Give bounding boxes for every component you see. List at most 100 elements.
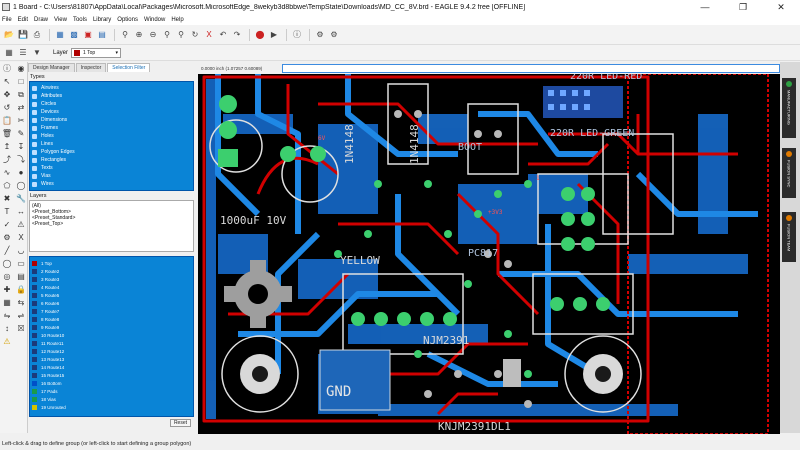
tab-design-manager[interactable]: Design Manager (28, 63, 75, 72)
layer-list-item[interactable]: 8 Route8 (32, 315, 191, 323)
layer-list-item[interactable]: 13 Route13 (32, 355, 191, 363)
hole-icon[interactable]: ◎ (4, 272, 11, 281)
dimension-icon[interactable]: ↔ (17, 207, 25, 216)
drill-icon[interactable]: ◯ (17, 181, 26, 190)
command-line-input[interactable] (282, 63, 780, 73)
cut-icon[interactable]: ✂ (18, 116, 25, 125)
list-item[interactable]: Circles (32, 100, 191, 108)
place-icon[interactable]: ▦ (3, 298, 11, 307)
polygon-icon[interactable]: ⬠ (4, 181, 11, 190)
attribute-icon[interactable]: ▤ (17, 272, 25, 281)
design-link-icon[interactable]: ⚙ (314, 29, 326, 41)
tab-selection-filter[interactable]: Selection Filter (107, 63, 151, 72)
rotate-icon[interactable]: ↺ (4, 103, 11, 112)
layer-visibility-icon[interactable]: ☰ (17, 47, 29, 59)
menu-options[interactable]: Options (117, 17, 138, 23)
split-icon[interactable]: ⤴ (3, 154, 11, 165)
layer-list-item[interactable]: 15 Route15 (32, 371, 191, 379)
save-icon[interactable]: 💾 (17, 29, 29, 41)
fusion-team-tab[interactable]: FUSION TEAM (782, 212, 796, 262)
schematic-switch-icon[interactable]: ▩ (68, 29, 80, 41)
attention-icon[interactable]: ⚠ (3, 337, 10, 346)
replace-icon[interactable]: ⇆ (18, 298, 25, 307)
layer-list-item[interactable]: 7 Route7 (32, 307, 191, 315)
stop-icon[interactable]: ⬤ (254, 29, 266, 41)
zoom-select-icon[interactable]: ⚲ (175, 29, 187, 41)
layer-list-item[interactable]: 17 Pads (32, 387, 191, 395)
measure-icon[interactable]: ↕ (5, 324, 9, 333)
drc-icon[interactable]: ✓ (4, 220, 11, 229)
list-item[interactable]: Dimensions (32, 116, 191, 124)
paste-icon[interactable]: 📋 (2, 116, 12, 125)
design-link-icon-2[interactable]: ⚙ (328, 29, 340, 41)
list-item[interactable]: <Preset_Top> (32, 221, 191, 227)
list-item[interactable]: Texts (32, 164, 191, 172)
grid-icon[interactable]: ▦ (3, 47, 15, 59)
list-item[interactable]: Polygon Edges (32, 148, 191, 156)
autorouter-icon[interactable]: ⚙ (3, 233, 10, 242)
layer-list-item[interactable]: 1 Top (32, 259, 191, 267)
zoom-in-icon[interactable]: ⊕ (133, 29, 145, 41)
mirror-icon[interactable]: ⇄ (18, 103, 25, 112)
gateswap-icon[interactable]: ⇌ (18, 311, 25, 320)
layer-list-item[interactable]: 10 Route10 (32, 331, 191, 339)
list-item[interactable]: Attributes (32, 92, 191, 100)
select-arrow-icon[interactable]: ↖ (4, 77, 11, 86)
name-icon[interactable]: ✎ (18, 129, 25, 138)
reset-button[interactable]: Reset (169, 419, 191, 427)
menu-window[interactable]: Window (144, 17, 165, 23)
layer-list-item[interactable]: 18 Vias (32, 395, 191, 403)
layer-list-item[interactable]: 6 Route6 (32, 299, 191, 307)
board-canvas[interactable]: GND BOOT PC817 220R LED-RED 220R LED-GRE… (198, 74, 780, 434)
smash-icon[interactable]: ✖ (4, 194, 11, 203)
list-item[interactable]: Vias (32, 172, 191, 180)
menu-tools[interactable]: Tools (73, 17, 87, 23)
go-icon[interactable]: ▶ (268, 29, 280, 41)
help-icon[interactable]: ⓘ (291, 29, 303, 41)
copy-icon[interactable]: ⧉ (18, 90, 24, 100)
menu-draw[interactable]: Draw (34, 17, 48, 23)
maximize-button[interactable]: ❐ (724, 0, 762, 14)
tab-inspector[interactable]: Inspector (75, 63, 107, 72)
layer-list-item[interactable]: 2 Route2 (32, 267, 191, 275)
zoom-fit-icon[interactable]: ⚲ (119, 29, 131, 41)
mark-icon[interactable]: ✚ (4, 285, 11, 294)
layer-list-item[interactable]: 11 Route11 (32, 339, 191, 347)
meander-icon[interactable]: ∿ (4, 168, 11, 177)
layer-list-item[interactable]: 12 Route12 (32, 347, 191, 355)
circle-icon[interactable]: ◯ (3, 259, 12, 268)
ratsnest-icon[interactable]: Χ (203, 29, 215, 41)
minimize-button[interactable]: — (686, 0, 724, 14)
list-item[interactable]: Frames (32, 124, 191, 132)
via-icon[interactable]: ● (19, 168, 24, 177)
print-icon[interactable]: ⎙ (31, 29, 43, 41)
text-icon[interactable]: T (5, 207, 10, 216)
open-icon[interactable]: 📂 (3, 29, 15, 41)
layer-select[interactable]: 1 Top ▾ (71, 47, 122, 58)
change-icon[interactable]: 🔧 (16, 194, 26, 203)
list-item[interactable]: Rectangles (32, 156, 191, 164)
layer-list-item[interactable]: 5 Route5 (32, 291, 191, 299)
show-icon[interactable]: ◉ (18, 64, 25, 73)
cam-icon[interactable]: ▦ (54, 29, 66, 41)
list-item[interactable]: Airwires (32, 84, 191, 92)
redraw-icon[interactable]: ↻ (189, 29, 201, 41)
layer-list-item[interactable]: 19 Unrouted (32, 403, 191, 411)
group-icon[interactable]: □ (19, 77, 24, 86)
value-icon[interactable]: ☒ (17, 324, 24, 333)
layer-list-item[interactable]: 3 Route3 (32, 275, 191, 283)
move-icon[interactable]: ✥ (4, 90, 11, 99)
errors-icon[interactable]: ⚠ (17, 220, 24, 229)
layer-list-item[interactable]: 14 Route14 (32, 363, 191, 371)
close-button[interactable]: ✕ (762, 0, 800, 14)
fusion-sync-tab[interactable]: FUSION SYNC (782, 148, 796, 198)
optimize-icon[interactable]: ⤵ (17, 154, 25, 165)
menu-view[interactable]: View (54, 17, 67, 23)
route-icon[interactable]: ↥ (4, 142, 11, 151)
ratsnest-tool-icon[interactable]: Χ (18, 233, 23, 242)
ulp-icon[interactable]: ▣ (82, 29, 94, 41)
lock-icon[interactable]: 🔒 (16, 285, 26, 294)
list-item[interactable]: Holes (32, 132, 191, 140)
menu-edit[interactable]: Edit (18, 17, 28, 23)
layer-list-item[interactable]: 4 Route4 (32, 283, 191, 291)
